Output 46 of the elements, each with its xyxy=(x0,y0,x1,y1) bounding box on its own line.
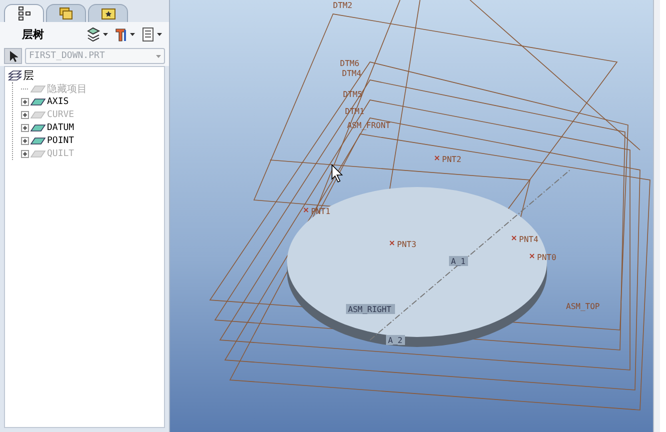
caret-icon xyxy=(156,54,161,58)
tools-icon xyxy=(114,26,128,42)
caret-icon xyxy=(157,32,162,36)
layer-icon xyxy=(30,82,46,94)
tree-node[interactable]: AXIS xyxy=(47,96,69,106)
expand-icon[interactable] xyxy=(21,98,29,106)
cursor-icon xyxy=(332,164,343,183)
panel-title: 层树 xyxy=(22,26,45,42)
point-label: PNT3 xyxy=(397,240,416,249)
layer-icon xyxy=(30,108,46,120)
point-label: PNT0 xyxy=(537,253,556,262)
point-mark-icon xyxy=(390,240,394,246)
layer-icon xyxy=(30,134,46,146)
navigator-tab[interactable] xyxy=(4,4,44,22)
datum-label: DTM6 xyxy=(340,59,360,68)
datum-label: ASM_TOP xyxy=(566,302,600,311)
caret-icon xyxy=(130,32,135,36)
point-mark-icon xyxy=(434,156,440,160)
tree-node[interactable]: 层 xyxy=(23,68,34,83)
layers-icon xyxy=(87,26,101,42)
point-mark-icon xyxy=(530,254,534,258)
point-label: PNT2 xyxy=(442,155,462,164)
axis-label: ASM_RIGHT xyxy=(346,304,395,314)
layers-icon xyxy=(8,70,22,82)
layer-icon xyxy=(30,96,46,108)
expand-icon[interactable] xyxy=(21,136,29,144)
select-button[interactable] xyxy=(4,48,22,64)
pointer-icon xyxy=(8,50,18,62)
expand-icon[interactable] xyxy=(21,150,29,158)
expand-icon[interactable] xyxy=(21,124,29,132)
tree-icon xyxy=(16,5,32,22)
point-mark-icon xyxy=(512,236,516,240)
expand-icon[interactable] xyxy=(21,110,29,118)
axis-label: A_2 xyxy=(386,335,405,345)
folders-icon xyxy=(58,5,74,22)
layer-icon xyxy=(30,148,46,160)
tree-node[interactable]: POINT xyxy=(47,136,74,146)
point-mark-icon xyxy=(304,208,308,212)
point-label: PNT4 xyxy=(519,235,538,244)
datum-label: DTM4 xyxy=(342,69,362,78)
layer-icon xyxy=(30,122,46,134)
list-icon xyxy=(141,26,155,42)
caret-icon xyxy=(103,32,108,36)
axis-label: A_1 xyxy=(449,256,468,266)
tree-node[interactable]: DATUM xyxy=(47,122,74,132)
datum-label: DTM2 xyxy=(333,1,352,10)
